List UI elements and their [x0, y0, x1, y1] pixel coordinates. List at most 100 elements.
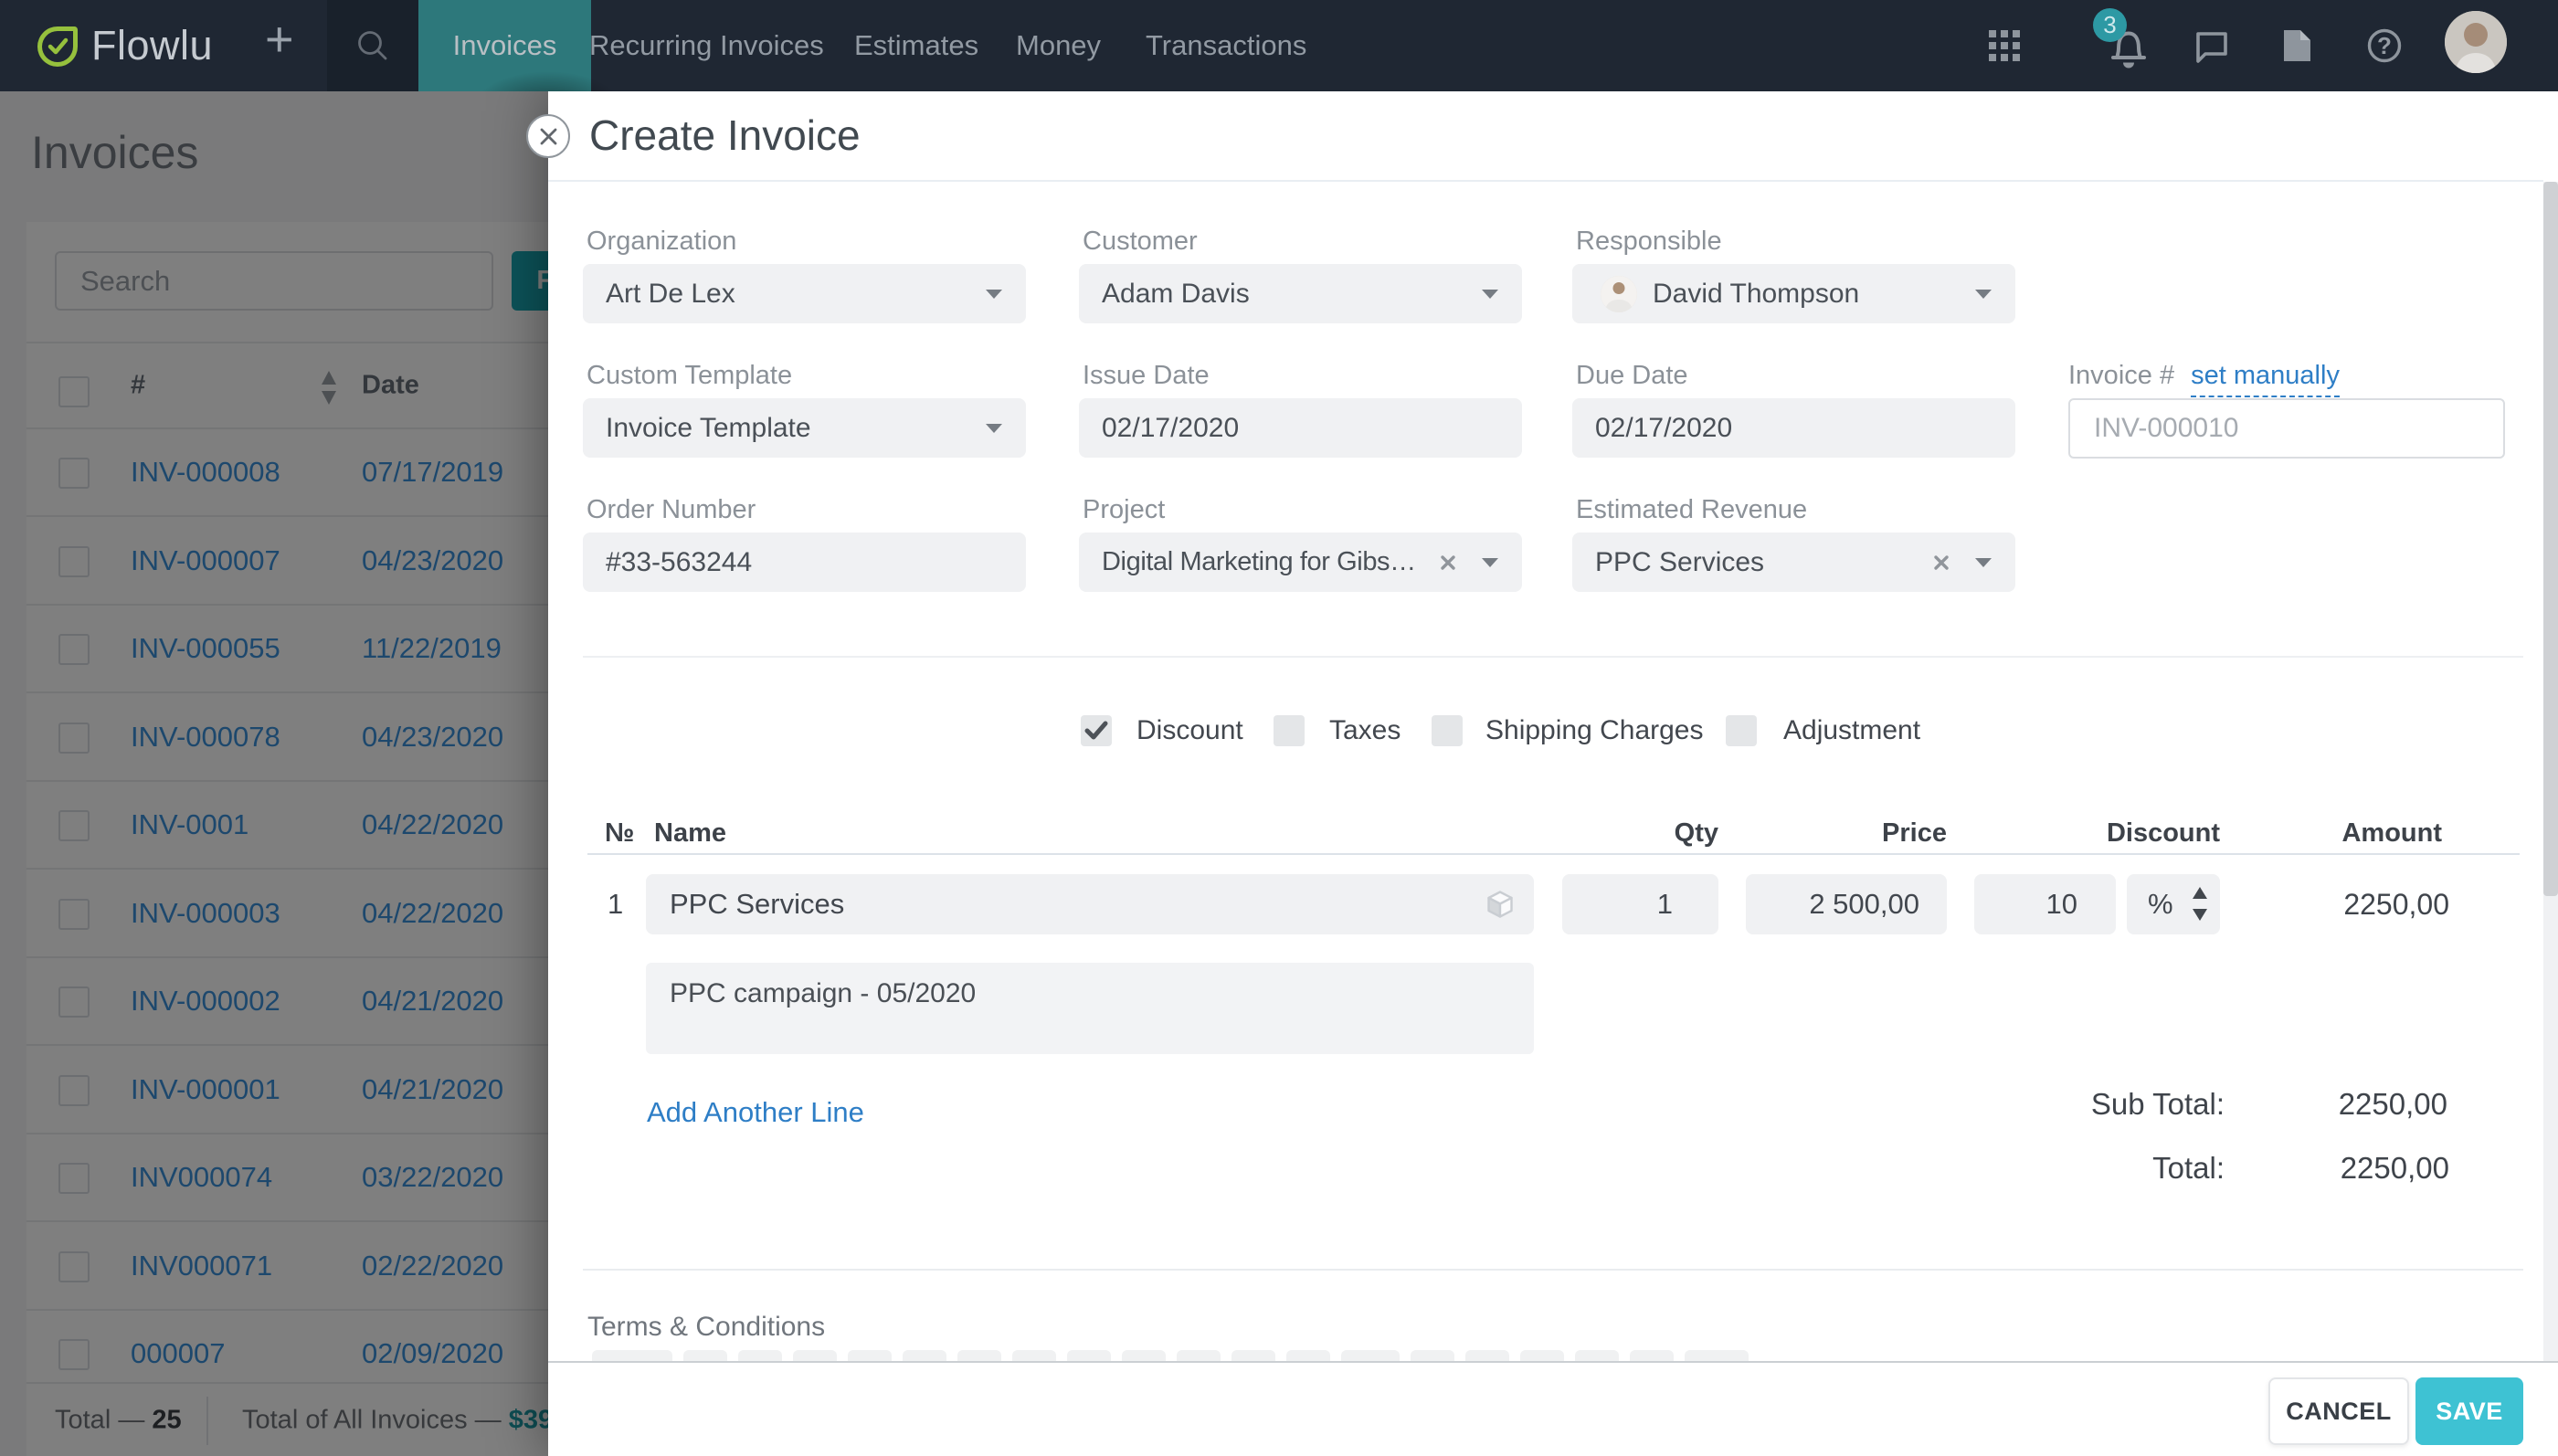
project-value: Digital Marketing for Gibso…	[1102, 547, 1422, 576]
search-icon	[358, 31, 387, 60]
issue-date-label: Issue Date	[1083, 361, 1210, 390]
customer-value: Adam Davis	[1102, 278, 1250, 309]
clear-icon[interactable]	[1933, 547, 1950, 578]
total-value: 2250,00	[2340, 1151, 2449, 1185]
estimated-revenue-label: Estimated Revenue	[1576, 495, 1808, 524]
chat-icon[interactable]	[2192, 0, 2232, 91]
items-discount-header: Discount	[2106, 818, 2220, 848]
flowlu-logo-icon[interactable]	[37, 26, 78, 67]
cancel-button[interactable]: CANCEL	[2268, 1377, 2409, 1445]
order-number-value: #33-563244	[606, 546, 753, 577]
create-invoice-modal: Create Invoice Organization Customer Res…	[526, 91, 2558, 1456]
modal-title: Create Invoice	[589, 111, 861, 159]
total-label: Total:	[2152, 1151, 2225, 1185]
estimated-revenue-value: PPC Services	[1595, 546, 1765, 577]
notification-badge: 3	[2093, 8, 2127, 42]
responsible-value: David Thompson	[1653, 278, 1860, 309]
apps-grid-icon[interactable]	[1988, 0, 2021, 91]
items-name-header: Name	[654, 818, 726, 848]
chevron-down-icon	[986, 289, 1002, 299]
responsible-label: Responsible	[1576, 227, 1722, 256]
shipping-charges-checkbox[interactable]	[1432, 715, 1463, 746]
items-price-header: Price	[1882, 818, 1947, 848]
invoice-number-input[interactable]: INV-000010	[2068, 398, 2505, 459]
adjustment-checkbox[interactable]	[1726, 715, 1757, 746]
due-date-input[interactable]: 02/17/2020	[1572, 398, 2015, 458]
estimated-revenue-select[interactable]: PPC Services	[1572, 533, 2015, 592]
project-select[interactable]: Digital Marketing for Gibso…	[1079, 533, 1522, 592]
tab-invoices[interactable]: Invoices	[418, 0, 591, 91]
item-discount-input[interactable]: 10	[1974, 874, 2116, 934]
tab-transactions[interactable]: Transactions	[1146, 0, 1306, 91]
responsible-select[interactable]: David Thompson	[1572, 264, 2015, 323]
subtotal-value: 2250,00	[2338, 1087, 2447, 1121]
discount-unit-value: %	[2148, 888, 2173, 920]
item-amount-value: 2250,00	[2343, 887, 2449, 921]
discount-unit-select[interactable]: %	[2127, 874, 2220, 934]
taxes-option-label: Taxes	[1329, 715, 1401, 745]
tab-estimates[interactable]: Estimates	[854, 0, 978, 91]
user-avatar[interactable]	[2445, 11, 2507, 73]
customer-select[interactable]: Adam Davis	[1079, 264, 1522, 323]
item-name-input[interactable]: PPC Services	[646, 874, 1534, 934]
clear-icon[interactable]	[1440, 547, 1456, 578]
terms-divider	[583, 1269, 2523, 1271]
items-index-header: №	[605, 818, 635, 848]
add-another-line-link[interactable]: Add Another Line	[647, 1096, 864, 1129]
set-manually-link[interactable]: set manually	[2191, 361, 2340, 397]
add-button[interactable]: +	[265, 11, 294, 68]
product-package-icon[interactable]	[1485, 890, 1515, 919]
issue-date-input[interactable]: 02/17/2020	[1079, 398, 1522, 458]
item-price-input[interactable]: 2 500,00	[1746, 874, 1947, 934]
item-qty-input[interactable]: 1	[1562, 874, 1718, 934]
invoice-number-label-text: Invoice #	[2068, 361, 2175, 390]
organization-select[interactable]: Art De Lex	[583, 264, 1026, 323]
project-label: Project	[1083, 495, 1166, 524]
item-name-value: PPC Services	[670, 888, 845, 920]
item-description-input[interactable]: PPC campaign - 05/2020	[646, 963, 1534, 1054]
help-icon[interactable]: ?	[2366, 0, 2403, 91]
scrollbar[interactable]	[2543, 182, 2558, 1365]
item-qty-value: 1	[1656, 888, 1673, 920]
adjustment-option-label: Adjustment	[1783, 715, 1921, 745]
terms-conditions-label: Terms & Conditions	[587, 1312, 826, 1342]
discount-checkbox[interactable]	[1081, 715, 1112, 746]
item-price-value: 2 500,00	[1809, 888, 1919, 920]
brand-name[interactable]: Flowlu	[91, 22, 213, 69]
chevron-down-icon	[1975, 289, 1992, 299]
check-icon	[1084, 721, 1108, 740]
items-amount-header: Amount	[2341, 818, 2442, 848]
issue-date-value: 02/17/2020	[1102, 412, 1240, 443]
section-divider	[583, 656, 2523, 658]
custom-template-select[interactable]: Invoice Template	[583, 398, 1026, 458]
due-date-label: Due Date	[1576, 361, 1688, 390]
chevron-down-icon	[986, 423, 1002, 433]
save-button[interactable]: SAVE	[2415, 1377, 2523, 1445]
tab-recurring-invoices[interactable]: Recurring Invoices	[589, 0, 824, 91]
custom-template-value: Invoice Template	[606, 412, 811, 443]
documents-icon[interactable]	[2277, 0, 2317, 91]
modal-header-divider	[548, 180, 2543, 182]
discount-option-label: Discount	[1136, 715, 1243, 745]
organization-label: Organization	[587, 227, 737, 256]
tab-money[interactable]: Money	[1016, 0, 1101, 91]
item-discount-value: 10	[2045, 888, 2077, 920]
close-button[interactable]	[526, 114, 570, 158]
items-qty-header: Qty	[1674, 818, 1718, 848]
close-icon	[540, 128, 556, 144]
svg-text:?: ?	[2377, 32, 2392, 59]
order-number-input[interactable]: #33-563244	[583, 533, 1026, 592]
search-button[interactable]	[327, 0, 418, 91]
scrollbar-thumb[interactable]	[2543, 182, 2558, 896]
invoice-number-label: Invoice # set manually	[2068, 361, 2340, 397]
due-date-value: 02/17/2020	[1595, 412, 1733, 443]
responsible-avatar	[1601, 275, 1637, 312]
modal-footer: CANCEL SAVE	[548, 1361, 2558, 1456]
taxes-checkbox[interactable]	[1274, 715, 1305, 746]
subtotal-label: Sub Total:	[2090, 1087, 2225, 1121]
spinner-arrows-icon[interactable]	[2191, 886, 2209, 923]
chevron-down-icon	[1482, 289, 1498, 299]
chevron-down-icon	[1482, 557, 1498, 567]
organization-value: Art De Lex	[606, 278, 735, 309]
item-row-index: 1	[608, 888, 624, 920]
